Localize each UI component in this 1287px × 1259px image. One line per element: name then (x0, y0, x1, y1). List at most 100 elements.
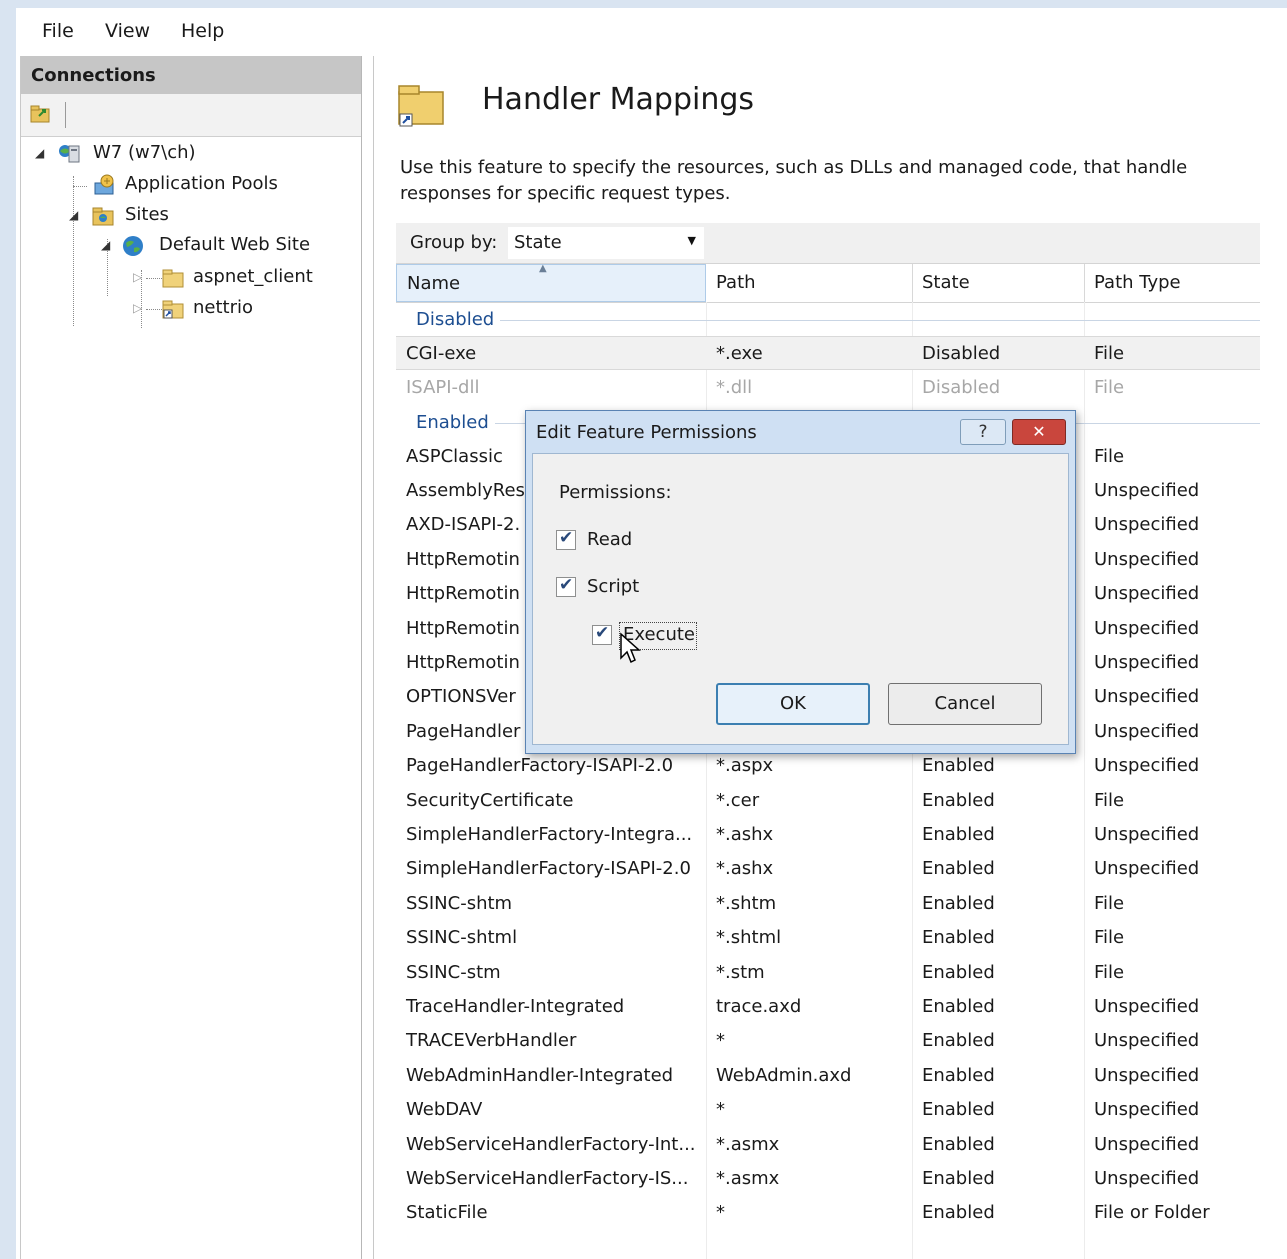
menu-file[interactable]: File (42, 20, 74, 42)
table-row[interactable]: TRACEVerbHandler * Enabled Unspecified (396, 1024, 1260, 1058)
table-row[interactable]: SimpleHandlerFactory-Integra... *.ashx Ena… (396, 818, 1260, 852)
connections-toolbar (21, 94, 361, 137)
cell-path-type: Unspecified (1094, 858, 1200, 880)
cell-path-type: Unspecified (1094, 996, 1200, 1017)
ok-button[interactable]: OK (716, 683, 870, 725)
tree-label-nettrio: nettrio (193, 297, 254, 318)
cell-path: * (716, 1030, 725, 1052)
cell-path: *.dll (716, 376, 753, 398)
cell-state: Enabled (922, 858, 995, 880)
tree-label-default-web-site: Default Web Site (159, 234, 311, 255)
dialog-title: Edit Feature Permissions (536, 422, 757, 443)
column-header-path[interactable]: Path (706, 264, 913, 302)
edit-feature-permissions-dialog: Edit Feature Permissions ? ✕ Permissions… (525, 410, 1076, 754)
cell-path: *.cer (716, 789, 760, 811)
cell-name: StaticFile (406, 1202, 488, 1224)
tree-label-app-pools: Application Pools (125, 173, 278, 194)
script-label: Script (587, 576, 640, 597)
tree-node-default-web-site[interactable]: ◢ Default Web Site (101, 234, 361, 262)
menu-help[interactable]: Help (181, 20, 224, 42)
tree-label-sites: Sites (125, 204, 169, 225)
table-row[interactable]: WebServiceHandlerFactory-Int... *.asmx Ena… (396, 1128, 1260, 1162)
folder-icon (162, 269, 184, 288)
cell-name: WebDAV (406, 1099, 483, 1121)
cell-path-type: File (1094, 961, 1125, 983)
tree-node-sites[interactable]: ◢ Sites (69, 204, 349, 232)
table-row[interactable]: TraceHandler-Integrated trace.axd Enabled U… (396, 990, 1260, 1024)
close-button[interactable]: ✕ (1012, 419, 1066, 445)
create-connection-icon[interactable] (29, 103, 51, 125)
table-row[interactable]: WebServiceHandlerFactory-IS... *.asmx Enab… (396, 1162, 1260, 1196)
tree-line (73, 176, 74, 326)
cell-path-type: File (1094, 892, 1125, 914)
cell-state: Enabled (922, 824, 995, 845)
dialog-titlebar[interactable]: Edit Feature Permissions ? ✕ (526, 411, 1075, 453)
tree-node-app-pools[interactable]: Application Pools (87, 173, 357, 201)
cell-name: SSINC-stm (406, 961, 501, 983)
connections-pane: Connections ◢ W7 (w7\ch) Application Poo… (20, 56, 362, 1259)
cell-name: TraceHandler-Integrated (406, 996, 625, 1017)
table-row[interactable]: SSINC-stm *.stm Enabled File (396, 956, 1260, 990)
group-header[interactable]: Disabled (396, 302, 1260, 336)
cell-path-type: Unspecified (1094, 480, 1200, 501)
cell-name: HttpRemotin (406, 548, 520, 570)
folder-shortcut-icon (162, 300, 184, 319)
table-row[interactable]: SSINC-shtm *.shtm Enabled File (396, 887, 1260, 921)
cell-path-type: Unspecified (1094, 1030, 1200, 1052)
cell-name: SSINC-shtml (406, 927, 518, 949)
cell-state: Enabled (922, 1168, 995, 1189)
cell-state: Enabled (922, 1202, 995, 1224)
table-row[interactable]: WebDAV * Enabled Unspecified (396, 1093, 1260, 1127)
collapse-arrow-icon[interactable]: ▷ (133, 270, 142, 284)
cell-name: WebServiceHandlerFactory-IS... (406, 1168, 689, 1189)
dialog-body: Permissions: ✔ Read ✔ Script ✔ Execute O… (532, 453, 1069, 745)
expand-arrow-icon[interactable]: ◢ (101, 238, 110, 252)
table-row[interactable]: SSINC-shtml *.shtml Enabled File (396, 921, 1260, 955)
table-row[interactable]: ISAPI-dll *.dll Disabled File (396, 371, 1260, 405)
cell-state: Enabled (922, 927, 995, 949)
group-by-select[interactable]: State ▼ (508, 227, 704, 259)
help-button[interactable]: ? (960, 419, 1006, 445)
column-header-name[interactable]: ▲ Name (396, 263, 706, 302)
table-row[interactable]: CGI-exe *.exe Disabled File (396, 336, 1260, 371)
tree-node-aspnet-client[interactable]: ▷ aspnet_client (133, 266, 353, 294)
tree-node-nettrio[interactable]: ▷ nettrio (133, 297, 353, 325)
script-checkbox[interactable]: ✔ (556, 575, 576, 597)
table-row[interactable]: StaticFile * Enabled File or Folder (396, 1196, 1260, 1230)
cell-state: Enabled (922, 996, 995, 1017)
column-header-path-type[interactable]: Path Type (1084, 264, 1260, 302)
cell-state: Enabled (922, 961, 995, 983)
group-header-label: Enabled (416, 412, 495, 434)
connections-title: Connections (31, 65, 156, 86)
collapse-arrow-icon[interactable]: ▷ (133, 301, 142, 315)
expand-arrow-icon[interactable]: ◢ (35, 146, 44, 160)
read-checkbox[interactable]: ✔ (556, 528, 576, 550)
cell-path-type: File or Folder (1094, 1202, 1210, 1224)
tree-node-server[interactable]: ◢ W7 (w7\ch) (35, 142, 355, 170)
cell-path-type: Unspecified (1094, 755, 1200, 777)
checkmark-icon: ✔ (595, 623, 610, 643)
cell-path-type: File (1094, 445, 1125, 467)
cell-path: *.asmx (716, 1168, 780, 1189)
mouse-pointer-icon (620, 632, 641, 664)
table-row[interactable]: WebAdminHandler-Integrated WebAdmin.axd En… (396, 1059, 1260, 1093)
execute-checkbox[interactable]: ✔ (592, 623, 612, 645)
handler-mappings-icon (398, 85, 444, 127)
group-divider (416, 320, 1260, 321)
column-header-state[interactable]: State (912, 264, 1085, 302)
cell-path-type: Unspecified (1094, 652, 1200, 673)
cell-path-type: Unspecified (1094, 1133, 1200, 1155)
table-row[interactable]: SecurityCertificate *.cer Enabled File (396, 784, 1260, 818)
group-by-value: State (514, 232, 562, 253)
cancel-button[interactable]: Cancel (888, 683, 1042, 725)
cell-name: CGI-exe (406, 343, 477, 365)
table-row[interactable]: PageHandlerFactory-ISAPI-2.0 *.aspx Enable… (396, 749, 1260, 783)
cell-state: Enabled (922, 892, 995, 914)
table-row[interactable]: SimpleHandlerFactory-ISAPI-2.0 *.ashx Enab… (396, 852, 1260, 886)
sites-folder-icon (92, 207, 114, 226)
expand-arrow-icon[interactable]: ◢ (69, 208, 78, 222)
cell-name: PageHandlerFactory-ISAPI-2.0 (406, 755, 674, 777)
menu-view[interactable]: View (105, 20, 150, 42)
cell-name: HttpRemotin (406, 583, 520, 605)
globe-icon (123, 236, 143, 256)
